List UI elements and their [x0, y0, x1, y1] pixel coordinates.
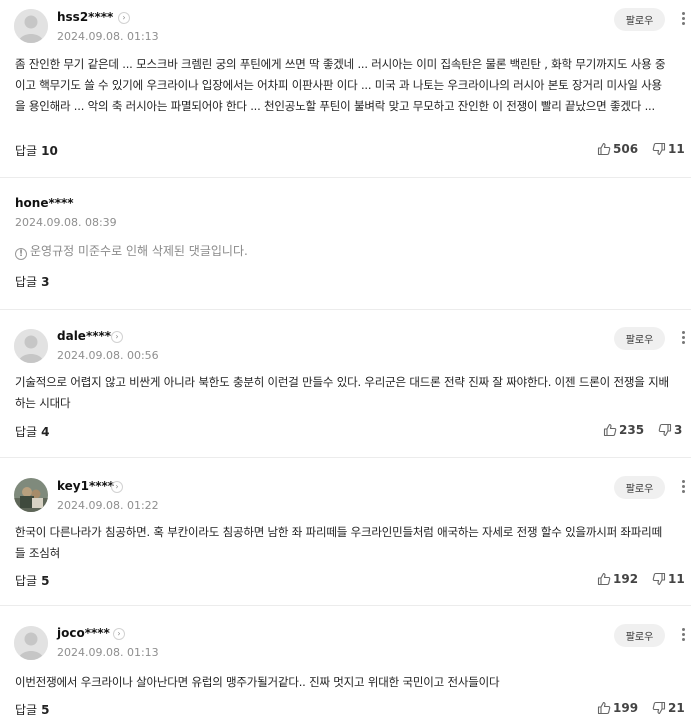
- follow-button[interactable]: 팔로우: [614, 8, 665, 31]
- chevron-right-icon[interactable]: ›: [113, 628, 125, 640]
- avatar[interactable]: [14, 478, 48, 512]
- thumbs-down-icon: [658, 423, 672, 437]
- dislike-button[interactable]: 11: [652, 142, 685, 156]
- chevron-right-icon[interactable]: ›: [111, 481, 123, 493]
- comment-date: 2024.09.08. 01:22: [57, 499, 159, 512]
- deleted-text: 운영규정 미준수로 인해 삭제된 댓글입니다.: [30, 244, 248, 258]
- comment-item: dale**** › 2024.09.08. 00:56 팔로우 기술적으로 어…: [0, 310, 691, 458]
- comment-text: 한국이 다른나라가 침공하면. 혹 부칸이라도 침공하면 남한 좌 파리떼들 우…: [15, 525, 662, 560]
- thumbs-up-icon: [597, 701, 611, 715]
- thumbs-up-icon: [597, 142, 611, 156]
- like-button[interactable]: 192: [597, 572, 638, 586]
- comment-item: key1**** › 2024.09.08. 01:22 팔로우 한국이 다른나…: [0, 458, 691, 606]
- more-options-icon[interactable]: [679, 480, 687, 498]
- follow-button[interactable]: 팔로우: [614, 327, 665, 350]
- user-nickname[interactable]: dale****: [57, 329, 111, 343]
- user-nickname[interactable]: joco****: [57, 626, 110, 640]
- reply-label: 답글: [15, 144, 38, 158]
- like-count: 199: [613, 701, 639, 715]
- reply-button[interactable]: 답글 10: [15, 142, 58, 159]
- like-button[interactable]: 506: [597, 142, 638, 156]
- dislike-count: 11: [668, 142, 685, 156]
- comment-item: hone**** 2024.09.08. 08:39 ! 운영규정 미준수로 인해…: [0, 178, 691, 310]
- more-options-icon[interactable]: [679, 331, 687, 349]
- comment-date: 2024.09.08. 08:39: [15, 216, 117, 229]
- reply-button[interactable]: 답글 3: [15, 273, 49, 290]
- reply-button[interactable]: 답글 5: [15, 701, 49, 718]
- comment-text: 기술적으로 어렵지 않고 비싼게 아니라 북한도 충분히 이런걸 만들수 있다.…: [15, 375, 669, 410]
- dislike-count: 3: [674, 423, 683, 437]
- user-nickname[interactable]: hss2****: [57, 10, 113, 24]
- like-button[interactable]: 235: [603, 423, 644, 437]
- thumbs-up-icon: [597, 572, 611, 586]
- comment-text: 좀 잔인한 무기 같은데 ... 모스크바 크렘린 궁의 푸틴에게 쓰면 딱 좋…: [15, 57, 666, 113]
- follow-button[interactable]: 팔로우: [614, 624, 665, 647]
- dislike-button[interactable]: 11: [652, 572, 685, 586]
- info-icon: !: [15, 248, 27, 260]
- reply-count: 5: [41, 574, 50, 588]
- comment-item: joco**** › 2024.09.08. 01:13 팔로우 이번전쟁에서 …: [0, 606, 691, 722]
- avatar[interactable]: [14, 626, 48, 660]
- chevron-right-icon[interactable]: ›: [111, 331, 123, 343]
- comment-date: 2024.09.08. 01:13: [57, 30, 159, 43]
- like-count: 235: [619, 423, 645, 437]
- reply-count: 4: [41, 425, 50, 439]
- follow-button[interactable]: 팔로우: [614, 476, 665, 499]
- like-count: 506: [613, 142, 639, 156]
- reply-count: 5: [41, 703, 50, 717]
- avatar[interactable]: [14, 329, 48, 363]
- like-button[interactable]: 199: [597, 701, 638, 715]
- dislike-button[interactable]: 3: [658, 423, 682, 437]
- comment-date: 2024.09.08. 01:13: [57, 646, 159, 659]
- reply-button[interactable]: 답글 4: [15, 423, 49, 440]
- thumbs-up-icon: [603, 423, 617, 437]
- reply-count: 10: [41, 144, 58, 158]
- comment-text: 이번전쟁에서 우크라이나 살아난다면 유럽의 맹주가될거같다.. 진짜 멋지고 …: [15, 675, 500, 689]
- reply-button[interactable]: 답글 5: [15, 572, 49, 589]
- user-nickname[interactable]: key1****: [57, 479, 114, 493]
- user-nickname[interactable]: hone****: [15, 196, 74, 210]
- reply-label: 답글: [15, 275, 38, 289]
- reply-label: 답글: [15, 703, 38, 717]
- comment-date: 2024.09.08. 00:56: [57, 349, 159, 362]
- more-options-icon[interactable]: [679, 12, 687, 30]
- dislike-button[interactable]: 21: [652, 701, 685, 715]
- dislike-count: 11: [668, 572, 685, 586]
- comment-item: hss2**** › 2024.09.08. 01:13 팔로우 좀 잔인한 무…: [0, 0, 691, 178]
- thumbs-down-icon: [652, 572, 666, 586]
- like-count: 192: [613, 572, 639, 586]
- avatar[interactable]: [14, 9, 48, 43]
- reply-count: 3: [41, 275, 50, 289]
- reply-label: 답글: [15, 574, 38, 588]
- dislike-count: 21: [668, 701, 685, 715]
- more-options-icon[interactable]: [679, 628, 687, 646]
- deleted-notice: ! 운영규정 미준수로 인해 삭제된 댓글입니다.: [15, 242, 248, 260]
- thumbs-down-icon: [652, 701, 666, 715]
- reply-label: 답글: [15, 425, 38, 439]
- thumbs-down-icon: [652, 142, 666, 156]
- chevron-right-icon[interactable]: ›: [118, 12, 130, 24]
